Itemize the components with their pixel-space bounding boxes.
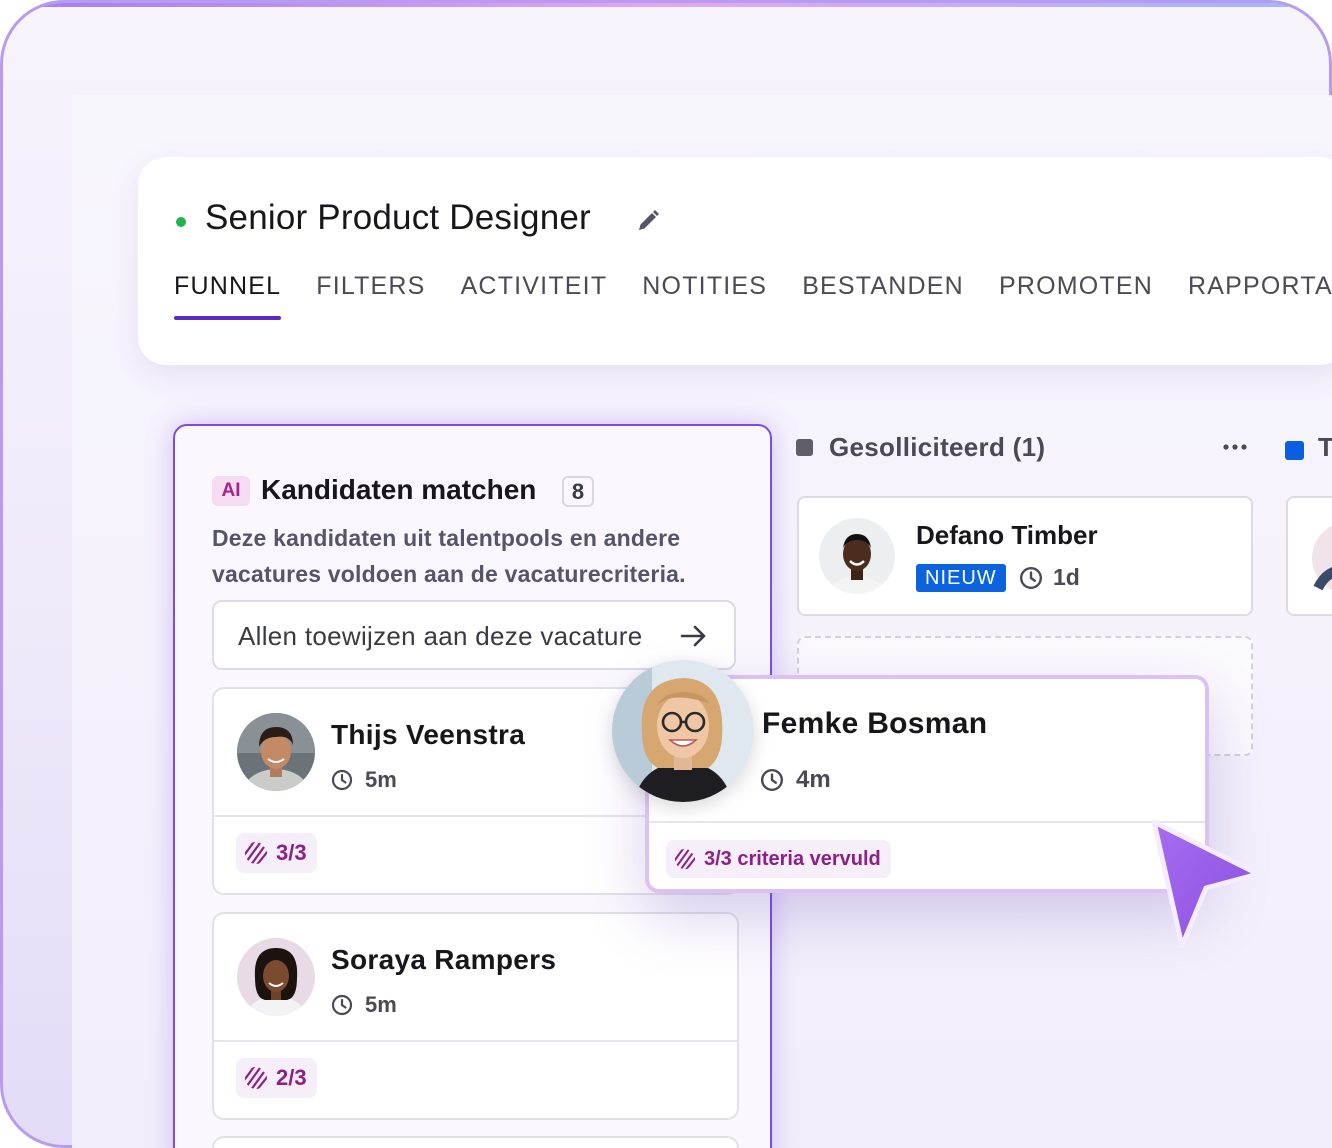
ai-badge: AI bbox=[212, 476, 250, 506]
avatar bbox=[612, 660, 754, 802]
more-dots-icon[interactable] bbox=[1222, 437, 1248, 457]
clock-icon bbox=[331, 994, 353, 1016]
pencil-icon[interactable] bbox=[636, 209, 660, 233]
job-header-card bbox=[138, 157, 1332, 365]
clock-icon bbox=[760, 768, 784, 792]
applicant-name: Defano Timber bbox=[916, 520, 1098, 550]
candidate-name: Thijs Veenstra bbox=[331, 719, 526, 750]
clock-icon bbox=[331, 769, 353, 791]
candidate-card[interactable] bbox=[212, 1136, 739, 1148]
striped-match-icon bbox=[245, 1067, 267, 1089]
candidate-card[interactable]: Soraya Rampers 5m 2/3 bbox=[212, 912, 739, 1120]
dragged-candidate-time-value: 4m bbox=[796, 766, 831, 793]
criteria-text: 3/3 criteria vervuld bbox=[704, 847, 881, 870]
candidate-time-value: 5m bbox=[365, 767, 397, 792]
job-tabs: FUNNEL FILTERS ACTIVITEIT NOTITIES BESTA… bbox=[174, 272, 1332, 322]
column-title: Gesolliciteerd (1) bbox=[829, 432, 1046, 462]
striped-match-icon bbox=[674, 848, 696, 870]
dragged-candidate-time: 4m bbox=[760, 766, 831, 794]
candidate-time-value: 5m bbox=[365, 992, 397, 1017]
tab-filters[interactable]: FILTERS bbox=[316, 272, 425, 322]
avatar bbox=[237, 938, 315, 1016]
tab-notities[interactable]: NOTITIES bbox=[642, 272, 767, 322]
job-title: Senior Product Designer bbox=[205, 198, 591, 237]
assign-all-button[interactable]: Allen toewijzen aan deze vacature bbox=[212, 600, 736, 670]
applicant-card[interactable] bbox=[1286, 496, 1332, 616]
tab-activiteit[interactable]: ACTIVITEIT bbox=[461, 272, 608, 322]
dragged-candidate-name: Femke Bosman bbox=[762, 707, 988, 740]
applicant-time: 1d bbox=[1019, 564, 1080, 591]
column-color-marker bbox=[796, 439, 813, 456]
tab-funnel[interactable]: FUNNEL bbox=[174, 272, 282, 322]
card-divider bbox=[649, 821, 1205, 823]
cursor-arrow-icon bbox=[1151, 819, 1261, 949]
ai-matching-count: 8 bbox=[562, 476, 594, 507]
column-title: T bbox=[1318, 432, 1332, 462]
applicant-time-value: 1d bbox=[1053, 564, 1080, 590]
criteria-chip: 3/3 criteria vervuld bbox=[666, 840, 891, 878]
match-score-chip: 3/3 bbox=[236, 833, 317, 873]
avatar bbox=[819, 518, 895, 594]
column-color-marker bbox=[1285, 441, 1304, 460]
applicant-card[interactable]: Defano Timber NIEUW 1d bbox=[797, 496, 1253, 616]
match-score: 3/3 bbox=[276, 840, 307, 865]
ai-matching-description: Deze kandidaten uit talentpools en ander… bbox=[212, 525, 686, 587]
match-score-chip: 2/3 bbox=[236, 1058, 317, 1098]
striped-match-icon bbox=[245, 842, 267, 864]
match-score: 2/3 bbox=[276, 1065, 307, 1090]
ai-matching-title: Kandidaten matchen bbox=[261, 474, 537, 505]
tab-bestanden[interactable]: BESTANDEN bbox=[802, 272, 964, 322]
candidate-time: 5m bbox=[331, 992, 397, 1018]
candidate-name: Soraya Rampers bbox=[331, 944, 557, 975]
tab-rapportage[interactable]: RAPPORTAGE bbox=[1188, 272, 1332, 322]
avatar bbox=[1312, 525, 1332, 591]
assign-all-label: Allen toewijzen aan deze vacature bbox=[238, 621, 643, 651]
tab-promoten[interactable]: PROMOTEN bbox=[999, 272, 1153, 322]
clock-icon bbox=[1019, 566, 1043, 589]
candidate-time: 5m bbox=[331, 767, 397, 793]
arrow-right-icon bbox=[680, 625, 706, 647]
avatar bbox=[237, 713, 315, 791]
card-divider bbox=[214, 1040, 737, 1042]
job-status-dot bbox=[176, 217, 186, 227]
frame-glow bbox=[3, 3, 1329, 7]
new-badge: NIEUW bbox=[916, 564, 1006, 592]
